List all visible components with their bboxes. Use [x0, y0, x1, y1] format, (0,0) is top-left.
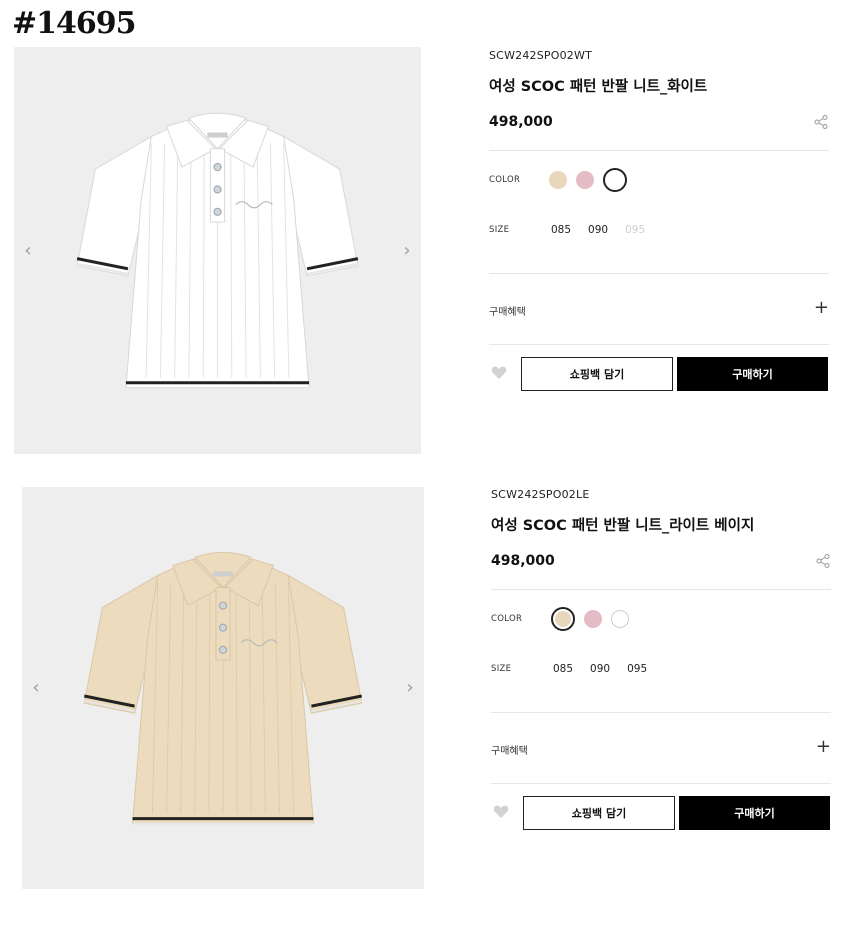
product-image-gallery[interactable]: ‹ › [22, 487, 424, 889]
purchase-benefit-label: 구매혜택 [489, 307, 526, 318]
color-label: COLOR [489, 175, 521, 185]
divider [491, 783, 831, 784]
color-swatches [551, 607, 638, 631]
size-option[interactable]: 085 [553, 663, 573, 675]
product-card: ‹ › SCW242SPO02WT 여성 SCOC 패턴 반팔 니트_화이트 4… [0, 0, 860, 460]
product-price: 498,000 [491, 553, 555, 569]
chevron-left-icon[interactable]: ‹ [26, 678, 46, 698]
buy-now-button[interactable]: 구매하기 [677, 357, 828, 391]
size-option[interactable]: 085 [551, 224, 571, 236]
color-swatches [549, 168, 636, 192]
size-options: 085 090 095 [553, 658, 664, 680]
chevron-left-icon[interactable]: ‹ [18, 240, 38, 261]
polo-shirt-image [83, 551, 363, 825]
add-to-cart-button[interactable]: 쇼핑백 담기 [521, 357, 673, 391]
color-swatch-white[interactable] [611, 610, 629, 628]
divider [491, 589, 831, 590]
product-code: SCW242SPO02LE [491, 488, 590, 501]
product-price: 498,000 [489, 114, 553, 130]
polo-shirt-image [76, 112, 359, 389]
purchase-benefit-toggle[interactable]: 구매혜택 + [489, 274, 829, 344]
chevron-right-icon[interactable]: › [400, 678, 420, 698]
chevron-right-icon[interactable]: › [397, 240, 417, 261]
size-label: SIZE [489, 225, 510, 235]
product-image-gallery[interactable]: ‹ › [14, 47, 421, 454]
color-swatch-white[interactable] [603, 168, 627, 192]
color-label: COLOR [491, 614, 523, 624]
product-name: 여성 SCOC 패턴 반팔 니트_라이트 베이지 [491, 518, 755, 534]
product-code: SCW242SPO02WT [489, 49, 593, 62]
product-name: 여성 SCOC 패턴 반팔 니트_화이트 [489, 79, 708, 95]
color-swatch-pink[interactable] [584, 610, 602, 628]
divider [489, 344, 829, 345]
heart-icon[interactable] [491, 365, 507, 380]
product-info: SCW242SPO02LE 여성 SCOC 패턴 반팔 니트_라이트 베이지 4… [491, 487, 831, 830]
product-card: ‹ › SCW242SPO02LE 여성 SCOC 패턴 반팔 니트_라이트 베… [0, 480, 860, 910]
purchase-benefit-label: 구매혜택 [491, 746, 528, 757]
size-option[interactable]: 090 [590, 663, 610, 675]
size-option[interactable]: 095 [627, 663, 647, 675]
plus-icon[interactable]: + [814, 299, 829, 317]
buy-now-button[interactable]: 구매하기 [679, 796, 830, 830]
size-option: 095 [625, 224, 646, 236]
divider [489, 150, 829, 151]
purchase-benefit-toggle[interactable]: 구매혜택 + [491, 713, 831, 783]
plus-icon[interactable]: + [816, 738, 831, 756]
color-swatch-light-beige[interactable] [549, 171, 567, 189]
color-swatch-light-beige[interactable] [551, 607, 575, 631]
add-to-cart-button[interactable]: 쇼핑백 담기 [523, 796, 675, 830]
product-info: SCW242SPO02WT 여성 SCOC 패턴 반팔 니트_화이트 498,0… [489, 48, 829, 391]
size-options: 085 090 095 [551, 219, 662, 241]
size-label: SIZE [491, 664, 512, 674]
color-swatch-pink[interactable] [576, 171, 594, 189]
share-icon[interactable] [813, 114, 829, 130]
share-icon[interactable] [815, 553, 831, 569]
heart-icon[interactable] [493, 804, 509, 819]
size-option[interactable]: 090 [588, 224, 608, 236]
